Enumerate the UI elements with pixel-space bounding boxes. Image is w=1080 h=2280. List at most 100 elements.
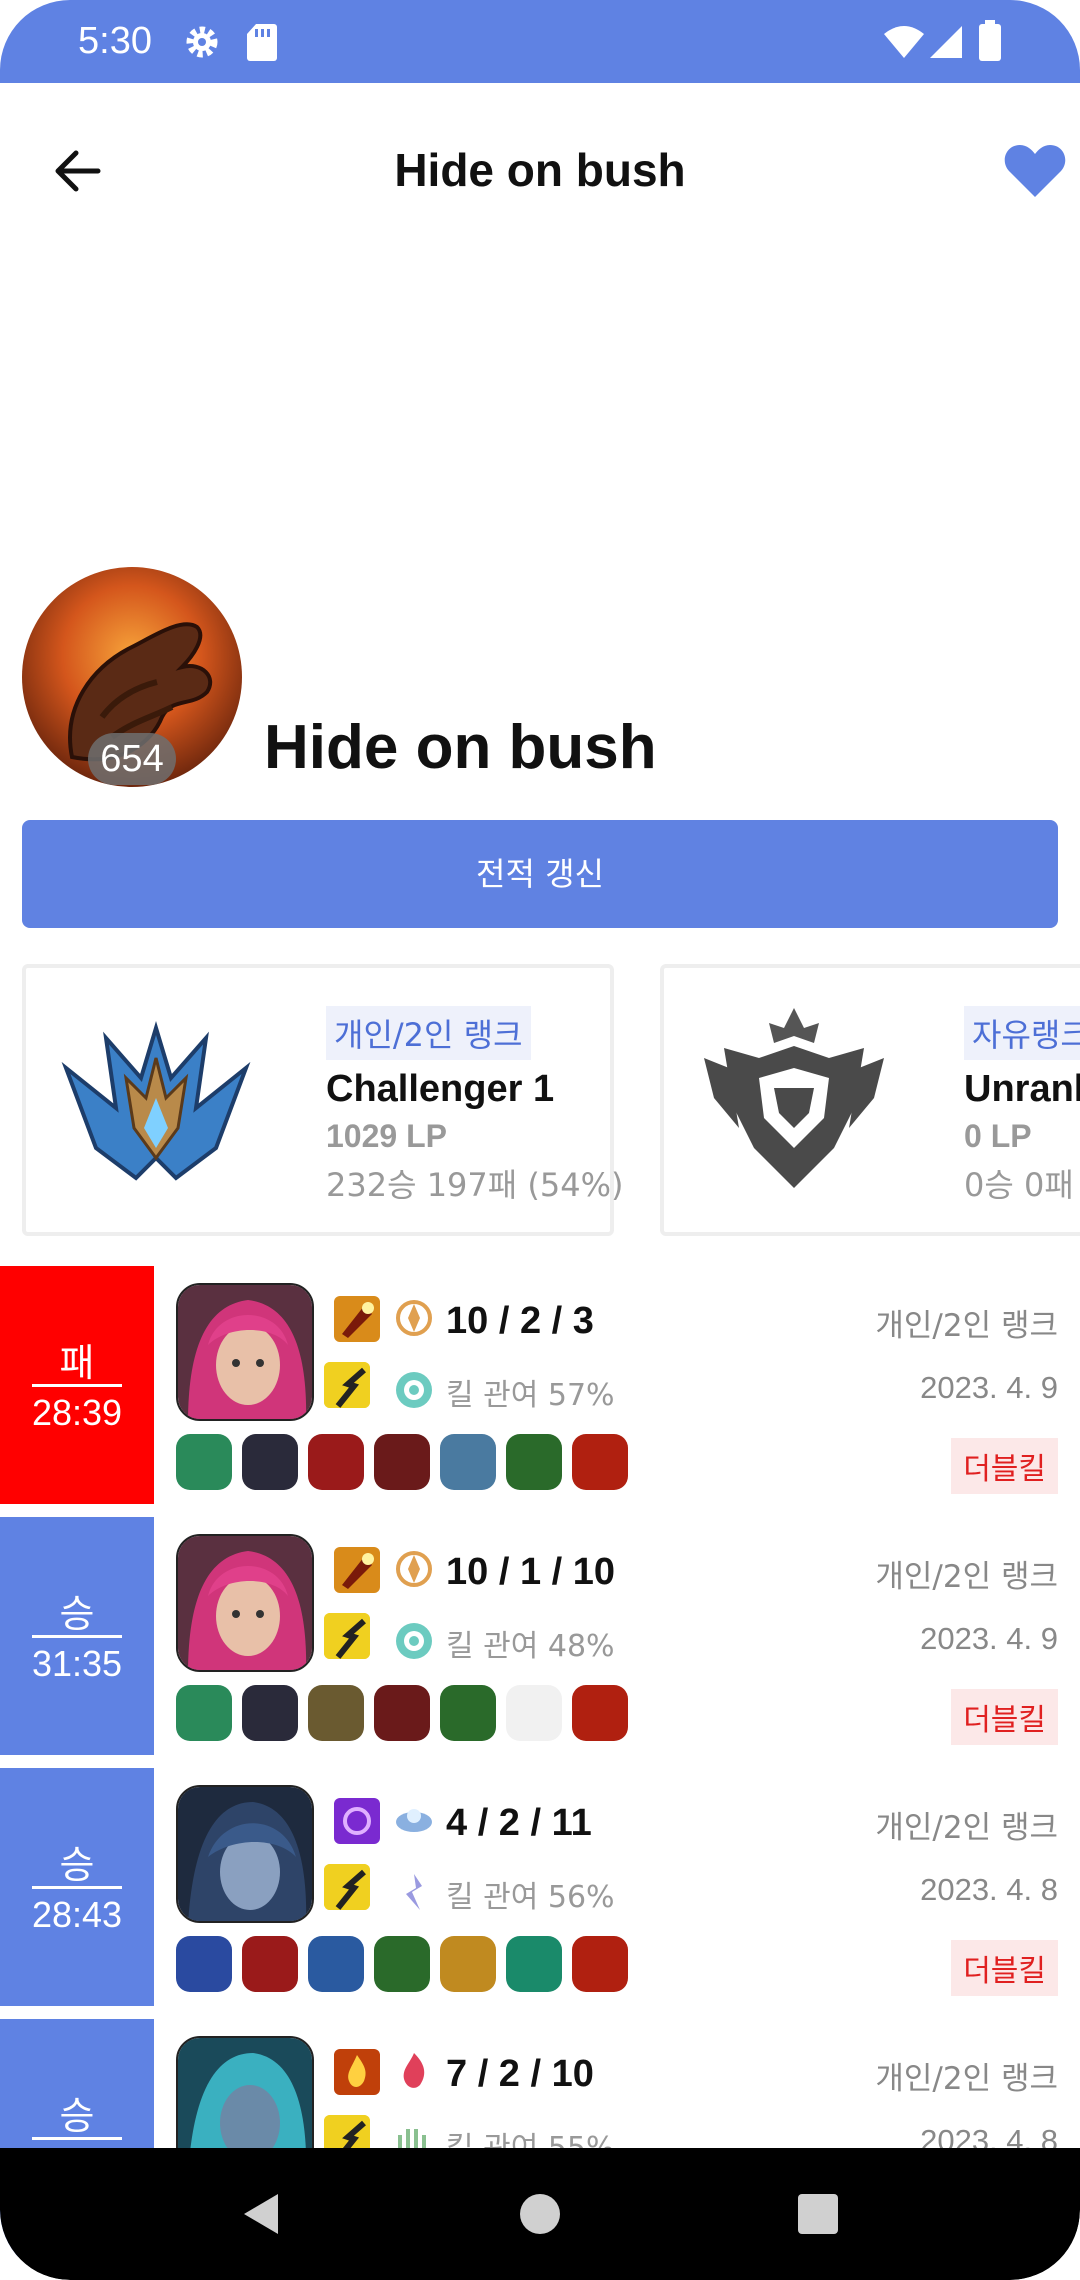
rune-sorcery-icon <box>392 1798 436 1842</box>
rank-card-flex[interactable]: 자유랭크 Unrank 0 LP 0승 0패 ( <box>660 964 1080 1236</box>
item-icon <box>308 1434 364 1490</box>
kill-participation: 킬 관여 48% <box>446 1629 615 1664</box>
match-date: 2023. 4. 9 <box>920 1370 1058 1405</box>
match-date: 2023. 4. 9 <box>920 1621 1058 1656</box>
champion-portrait <box>176 1785 314 1923</box>
rune-resolve-icon <box>392 1619 436 1663</box>
heart-icon[interactable] <box>1002 141 1068 201</box>
match-result-win: 승 31:35 <box>0 1517 154 1755</box>
match-kda: 10 / 2 / 3 <box>446 1300 594 1342</box>
system-nav-bar <box>0 2148 1080 2280</box>
result-divider <box>32 1384 122 1387</box>
rank-tier: Unrank <box>964 1068 1080 1110</box>
result-divider <box>32 1635 122 1638</box>
rank-record: 232승 197패 (54%) <box>326 1166 624 1204</box>
match-row[interactable]: 승 31:35 10 / 1 / 10 킬 관여 48% 개인/2인 랭크 20… <box>0 1517 1080 1755</box>
rune-inspiration-icon <box>392 1870 436 1914</box>
summoner-spell-flash-icon <box>324 1613 370 1659</box>
app-screen: 5:30 Hide on bush 654 Hide on bush 전적 갱신… <box>0 0 1080 2280</box>
item-icon <box>440 1685 496 1741</box>
rank-tier: Challenger 1 <box>326 1068 555 1110</box>
summoner-spell-ignite-icon <box>334 1296 380 1342</box>
summoner-spell-flash-icon <box>324 1362 370 1408</box>
item-icon <box>506 1434 562 1490</box>
rank-lp: 0 LP <box>964 1118 1032 1154</box>
item-icon <box>374 1685 430 1741</box>
status-bar: 5:30 <box>0 0 1080 83</box>
rank-card-solo[interactable]: 개인/2인 랭크 Challenger 1 1029 LP 232승 197패 … <box>22 964 623 1236</box>
rank-record: 0승 0패 ( <box>964 1166 1080 1204</box>
summoner-spell-ignite-icon <box>334 2049 380 2095</box>
multikill-badge: 더블킬 <box>951 1689 1058 1745</box>
summoner-name: Hide on bush <box>264 713 657 782</box>
item-icon <box>176 1434 232 1490</box>
match-queue-type: 개인/2인 랭크 <box>875 1810 1058 1846</box>
match-kda: 4 / 2 / 11 <box>446 1802 592 1844</box>
page-title: Hide on bush <box>394 144 686 196</box>
rune-precision-icon <box>392 1296 436 1340</box>
empty-item-slot <box>506 1685 562 1741</box>
match-date: 2023. 4. 8 <box>920 1872 1058 1907</box>
item-icon <box>176 1685 232 1741</box>
match-result-label: 승 <box>59 2094 95 2138</box>
item-icon <box>308 1936 364 1992</box>
match-kda: 7 / 2 / 10 <box>446 2053 594 2095</box>
trinket-icon <box>572 1936 628 1992</box>
rune-precision-icon <box>392 1547 436 1591</box>
summoner-spell-exhaust-icon <box>334 1798 380 1844</box>
multikill-badge: 더블킬 <box>951 1438 1058 1494</box>
item-icon <box>242 1685 298 1741</box>
match-queue-type: 개인/2인 랭크 <box>875 2061 1058 2097</box>
signal-icon <box>930 26 962 58</box>
summoner-spell-ignite-icon <box>334 1547 380 1593</box>
sd-card-icon <box>247 24 277 61</box>
rank-queue-label: 개인/2인 랭크 <box>326 1006 531 1060</box>
item-icon <box>440 1434 496 1490</box>
match-result-loss: 패 28:39 <box>0 1266 154 1504</box>
recents-square-icon[interactable] <box>788 2184 848 2244</box>
match-kda: 10 / 1 / 10 <box>446 1551 616 1593</box>
back-triangle-icon[interactable] <box>232 2184 292 2244</box>
result-divider <box>32 2137 122 2140</box>
home-circle-icon[interactable] <box>510 2184 570 2244</box>
rune-domination-icon <box>392 2049 436 2093</box>
item-icon <box>242 1434 298 1490</box>
challenger-emblem-icon <box>61 1021 251 1181</box>
item-icon <box>176 1936 232 1992</box>
app-bar: Hide on bush <box>0 83 1080 258</box>
result-divider <box>32 1886 122 1889</box>
champion-portrait <box>176 1534 314 1672</box>
match-result-label: 승 <box>59 1592 95 1636</box>
gear-icon <box>186 26 218 58</box>
match-result-label: 패 <box>59 1341 95 1385</box>
wifi-icon <box>884 26 924 58</box>
kill-participation: 킬 관여 56% <box>446 1880 615 1915</box>
item-icon <box>506 1936 562 1992</box>
match-row[interactable]: 승 28:43 4 / 2 / 11 킬 관여 56% 개인/2인 랭크 202… <box>0 1768 1080 2006</box>
match-duration: 28:43 <box>31 1894 123 1935</box>
champion-portrait <box>176 1283 314 1421</box>
item-icon <box>242 1936 298 1992</box>
match-result-label: 승 <box>59 1843 95 1887</box>
match-queue-type: 개인/2인 랭크 <box>875 1559 1058 1595</box>
item-icon <box>374 1434 430 1490</box>
battery-icon <box>979 20 1001 61</box>
rank-lp: 1029 LP <box>326 1118 447 1154</box>
item-icon <box>440 1936 496 1992</box>
multikill-badge: 더블킬 <box>951 1940 1058 1996</box>
match-result-win: 승 28:43 <box>0 1768 154 2006</box>
refresh-record-button[interactable]: 전적 갱신 <box>22 820 1058 928</box>
match-row[interactable]: 패 28:39 10 / 2 / 3 킬 관여 57% 개인/2인 랭크 202… <box>0 1266 1080 1504</box>
trinket-icon <box>572 1434 628 1490</box>
status-time: 5:30 <box>78 20 152 62</box>
match-duration: 28:39 <box>31 1392 123 1433</box>
rune-resolve-icon <box>392 1368 436 1412</box>
item-icon <box>308 1685 364 1741</box>
item-icon <box>374 1936 430 1992</box>
trinket-icon <box>572 1685 628 1741</box>
match-duration: 31:35 <box>31 1643 123 1684</box>
summoner-spell-flash-icon <box>324 1864 370 1910</box>
match-queue-type: 개인/2인 랭크 <box>875 1308 1058 1344</box>
rank-queue-label: 자유랭크 <box>964 1006 1080 1060</box>
level-badge: 654 <box>88 733 176 785</box>
